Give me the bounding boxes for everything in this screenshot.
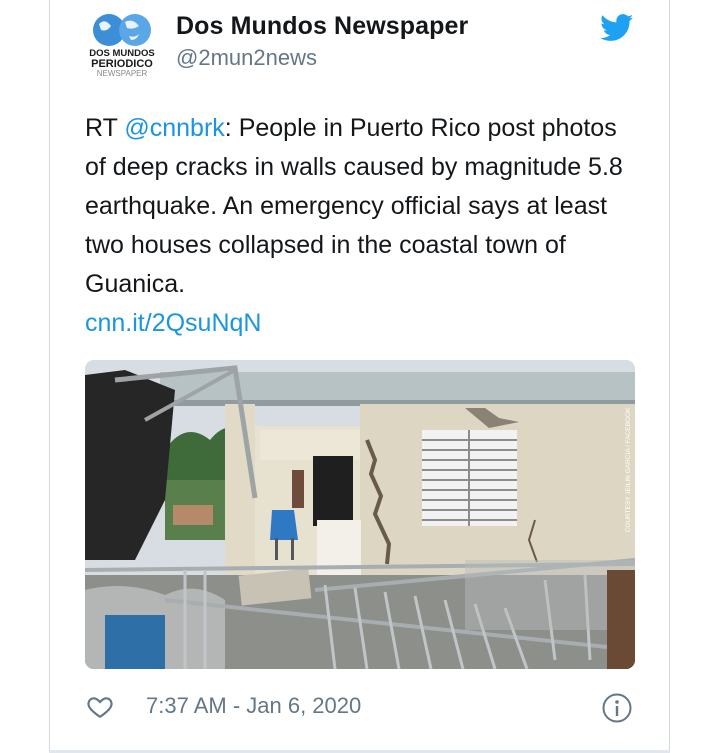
account-handle[interactable]: @2mun2news — [176, 45, 317, 71]
tweet-timestamp[interactable]: 7:37 AM - Jan 6, 2020 — [146, 693, 361, 719]
info-icon[interactable] — [601, 692, 633, 724]
avatar-text-line3: NEWSPAPER — [97, 69, 148, 78]
account-name[interactable]: Dos Mundos Newspaper — [176, 12, 468, 41]
article-link[interactable]: cnn.it/2QsuNqN — [85, 304, 640, 343]
mention-link[interactable]: @cnnbrk — [124, 114, 224, 142]
heart-icon[interactable] — [87, 694, 113, 720]
photo-credit: COURTESY JEILIN GARCIA / FACEBOOK — [625, 407, 632, 532]
tweet-text: RT @cnnbrk: People in Puerto Rico post p… — [85, 109, 640, 343]
avatar[interactable]: DOS MUNDOS PERIODICO NEWSPAPER — [85, 10, 160, 82]
tweet-prefix: RT — [85, 114, 125, 142]
twitter-bird-icon[interactable] — [600, 14, 634, 42]
tweet-photo[interactable]: COURTESY JEILIN GARCIA / FACEBOOK — [85, 360, 635, 669]
